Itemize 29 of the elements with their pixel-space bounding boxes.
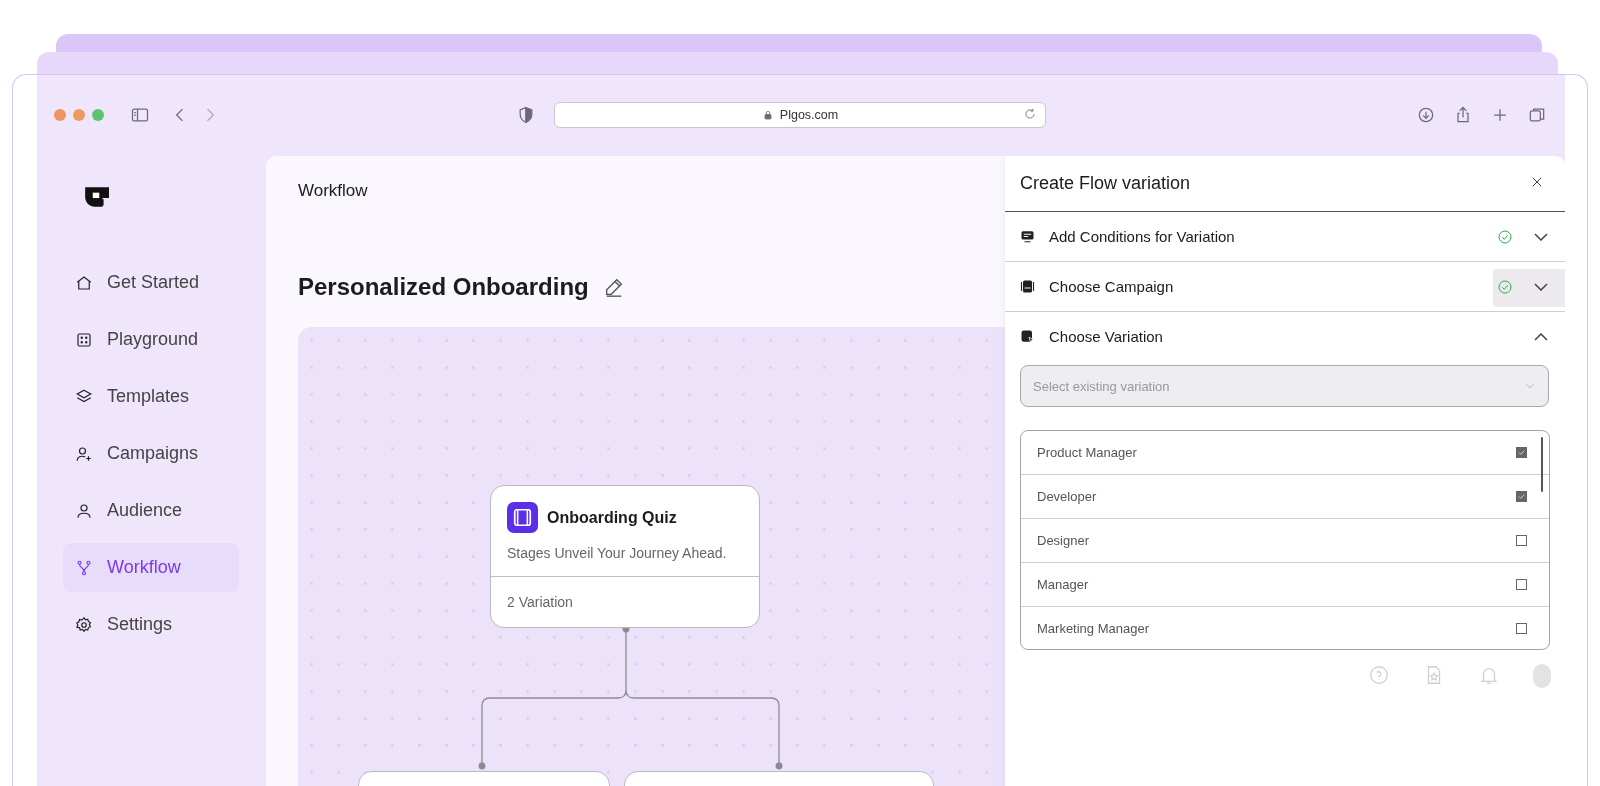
option-item[interactable]: Developer	[1021, 475, 1549, 519]
variation-count: 2 Variation	[506, 593, 574, 612]
option-item[interactable]: Manager	[1021, 563, 1549, 607]
node-title: Onboarding Quiz	[547, 508, 677, 527]
node-subtitle: Stages Unveil Your Journey Ahead.	[507, 545, 728, 561]
section-label: Choose Campaign	[1049, 278, 1174, 295]
page-title: Workflow	[298, 181, 368, 201]
option-item[interactable]: Designer	[1021, 519, 1549, 563]
sidebar-item[interactable]: Settings	[63, 600, 239, 649]
flow-title: Personalized Onboarding	[298, 273, 589, 301]
flow-node-card[interactable]: Onboarding Quiz Stages Unveil Your Journey Ahead. 2 Variation	[490, 485, 760, 628]
option-item[interactable]: Marketing Manager	[1021, 607, 1549, 649]
address-bar[interactable]: Plgos.com	[554, 101, 1046, 128]
url-text: Plgos.com	[779, 107, 839, 122]
sidebar-item[interactable]: Get Started	[63, 258, 239, 307]
sidebar-item[interactable]: Audience	[63, 486, 239, 535]
sidebar-item[interactable]: Workflow	[63, 543, 239, 592]
sidebar-item[interactable]: Campaigns	[63, 429, 239, 478]
option-label: Manager	[1037, 577, 1089, 592]
section-label: Add Conditions for Variation	[1049, 228, 1235, 245]
option-label: Product Manager	[1037, 445, 1137, 460]
option-label: Marketing Manager	[1037, 621, 1149, 636]
section-label: Choose Variation	[1049, 328, 1163, 345]
sidebar-item[interactable]: Playground	[63, 315, 239, 364]
option-label: Developer	[1037, 489, 1097, 504]
option-label: Designer	[1037, 533, 1090, 548]
variation-select[interactable]: Select existing variation	[1020, 365, 1549, 407]
drawer-title: Create Flow variation	[1020, 173, 1191, 194]
sidebar-item[interactable]: Templates	[63, 372, 239, 421]
